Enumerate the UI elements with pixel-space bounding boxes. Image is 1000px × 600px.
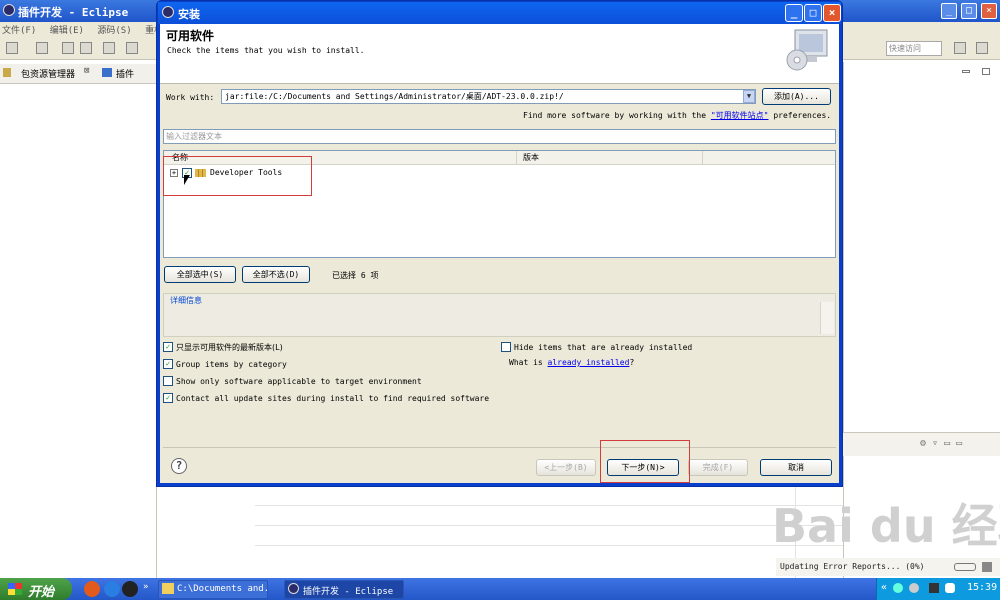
column-separator xyxy=(702,151,703,165)
details-group xyxy=(163,293,836,337)
dialog-title: 安装 xyxy=(178,8,200,21)
target-env-label: Show only software applicable to target … xyxy=(176,377,422,386)
baidu-watermark: Bai du 经验 xyxy=(772,499,1000,553)
eclipse-minimize-button[interactable]: _ xyxy=(941,3,957,19)
work-with-combo[interactable]: jar:file:/C:/Documents and Settings/Admi… xyxy=(221,89,756,104)
print-icon[interactable] xyxy=(80,42,92,54)
folder-icon xyxy=(162,583,174,594)
taskbar xyxy=(0,578,1000,600)
details-label: 详细信息 xyxy=(170,296,202,305)
view-menu-icon[interactable]: ⚙ ▿ ▭ ▭ xyxy=(920,438,962,449)
details-scrollbar[interactable] xyxy=(820,302,834,334)
save-all-icon[interactable] xyxy=(62,42,74,54)
perspective-icon[interactable] xyxy=(954,42,966,54)
back-button[interactable]: <上一步(B) xyxy=(536,459,596,476)
dialog-minimize-button[interactable]: _ xyxy=(785,4,803,22)
column-version[interactable]: 版本 xyxy=(523,152,539,163)
qq-icon[interactable] xyxy=(122,581,138,597)
available-sites-link[interactable]: "可用软件站点" xyxy=(711,111,769,120)
quick-access-input[interactable]: 快速访问 xyxy=(886,41,942,56)
already-installed-link[interactable]: already installed xyxy=(548,358,630,367)
highlight-box xyxy=(163,156,312,196)
taskbar-item-eclipse[interactable]: 插件开发 - Eclipse xyxy=(284,580,404,599)
gear-icon[interactable] xyxy=(126,42,138,54)
grid-line xyxy=(255,505,843,506)
bottom-view xyxy=(255,484,843,580)
find-more-prefix: Find more software by working with the xyxy=(523,111,707,120)
dialog-close-button[interactable]: × xyxy=(823,4,841,22)
left-tabs: 包资源管理器 ⊠ 插件 xyxy=(0,64,157,84)
tray-app-icon[interactable] xyxy=(909,583,919,593)
package-explorer-icon xyxy=(3,68,11,77)
select-all-button[interactable]: 全部选中(S) xyxy=(164,266,236,283)
grid-line xyxy=(255,545,843,546)
install-cd-icon xyxy=(786,29,828,71)
eclipse-logo-icon xyxy=(3,4,15,16)
page-description: Check the items that you wish to install… xyxy=(167,46,365,55)
what-is-installed-text: What is already installed? xyxy=(509,358,634,367)
menu-file[interactable]: 文件(F) xyxy=(2,26,36,36)
column-separator xyxy=(516,151,517,165)
help-icon[interactable]: ? xyxy=(171,458,187,474)
minimize-view-icon[interactable] xyxy=(962,70,970,73)
close-icon[interactable]: ⊠ xyxy=(84,66,89,76)
windows-logo-icon xyxy=(8,583,22,595)
selected-count: 已选择 6 项 xyxy=(332,271,379,280)
network-icon[interactable] xyxy=(893,583,903,593)
deselect-all-button[interactable]: 全部不选(D) xyxy=(242,266,310,283)
taskbar-item-folder[interactable]: C:\Documents and... xyxy=(158,580,268,599)
qq-tray-icon[interactable] xyxy=(929,583,939,593)
save-icon[interactable] xyxy=(36,42,48,54)
find-more-text: Find more software by working with the "… xyxy=(523,110,831,121)
eclipse-icon xyxy=(162,6,174,18)
firefox-icon[interactable] xyxy=(84,581,100,597)
tab-plugins[interactable]: 插件 xyxy=(116,67,134,80)
ie-icon[interactable] xyxy=(104,581,120,597)
security-icon[interactable] xyxy=(945,583,955,593)
menu-edit[interactable]: 编辑(E) xyxy=(50,26,84,36)
hide-installed-label: Hide items that are already installed xyxy=(514,343,693,352)
find-more-suffix: preferences. xyxy=(773,111,832,120)
target-env-checkbox[interactable] xyxy=(163,376,173,386)
group-by-category-label: Group items by category xyxy=(176,360,287,369)
hide-installed-checkbox[interactable] xyxy=(501,342,511,352)
dialog-maximize-button[interactable]: □ xyxy=(804,4,822,22)
work-with-label: Work with: xyxy=(166,93,215,102)
latest-version-checkbox[interactable]: ✓ xyxy=(163,342,173,352)
latest-version-label: 只显示可用软件的最新版本(L) xyxy=(176,343,283,352)
eclipse-close-button[interactable]: × xyxy=(981,3,997,19)
debug-icon[interactable] xyxy=(103,42,115,54)
eclipse-maximize-button[interactable]: □ xyxy=(961,3,977,19)
tab-package-explorer[interactable]: 包资源管理器 xyxy=(21,67,75,80)
clock[interactable]: 15:39 xyxy=(967,582,997,593)
more-icon[interactable]: » xyxy=(143,582,148,592)
cancel-button[interactable]: 取消 xyxy=(760,459,832,476)
contact-sites-label: Contact all update sites during install … xyxy=(176,394,490,403)
grid-line xyxy=(255,525,843,526)
what-is-prefix: What is xyxy=(509,358,543,367)
eclipse-icon xyxy=(288,583,299,594)
add-site-button[interactable]: 添加(A)... xyxy=(762,88,831,105)
what-is-suffix: ? xyxy=(629,358,635,367)
footer-separator xyxy=(163,447,836,448)
dialog-title-bar: 安装 xyxy=(158,2,841,24)
finish-button[interactable]: 完成(F) xyxy=(688,459,748,476)
menu-source[interactable]: 源码(S) xyxy=(97,26,131,36)
page-title: 可用软件 xyxy=(166,29,215,43)
tray-arrow-icon[interactable]: « xyxy=(881,582,887,593)
plugin-icon xyxy=(102,68,112,77)
plugin-perspective-icon[interactable] xyxy=(976,42,988,54)
filter-input[interactable]: 输入过滤器文本 xyxy=(163,129,836,144)
chevron-down-icon[interactable]: ▼ xyxy=(743,90,755,103)
system-tray: « 15:39 xyxy=(876,578,1000,600)
new-icon[interactable] xyxy=(6,42,18,54)
maximize-view-icon[interactable] xyxy=(982,68,990,75)
eclipse-title: 插件开发 - Eclipse xyxy=(18,6,129,19)
highlight-box xyxy=(600,440,690,483)
group-by-category-checkbox[interactable]: ✓ xyxy=(163,359,173,369)
package-explorer-view xyxy=(0,62,157,580)
contact-sites-checkbox[interactable]: ✓ xyxy=(163,393,173,403)
